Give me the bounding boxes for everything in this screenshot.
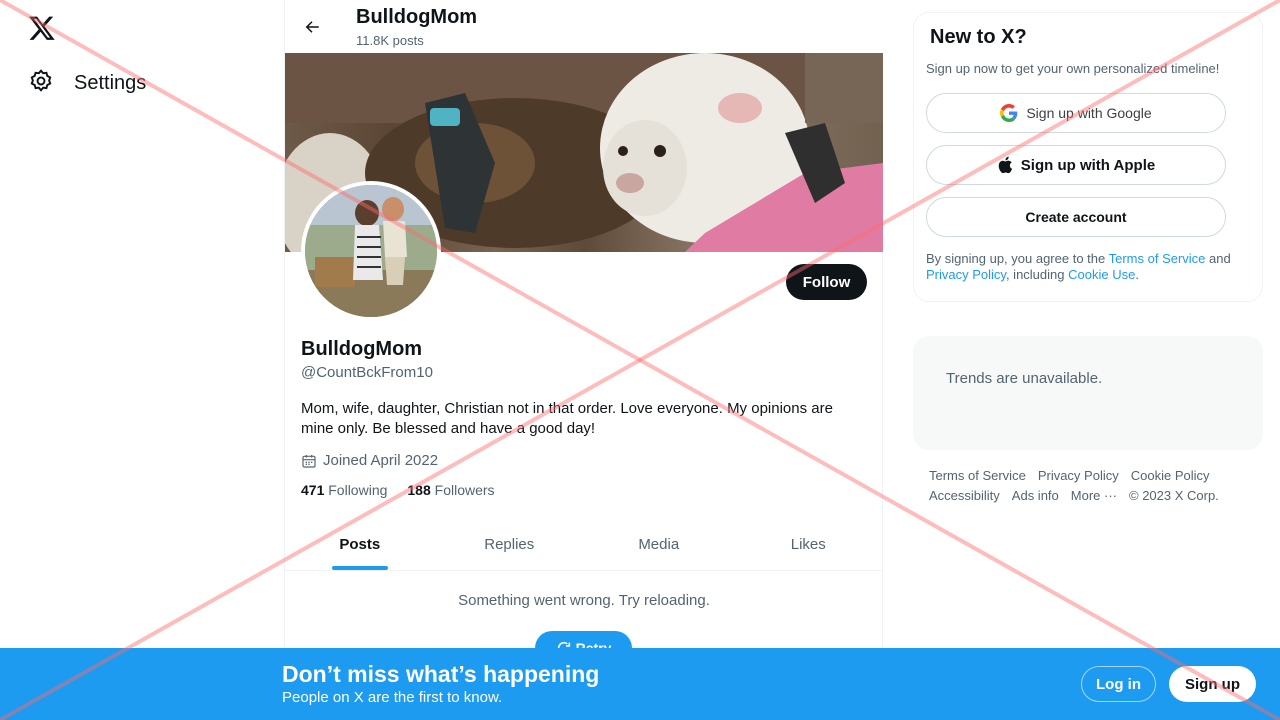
gear-icon (28, 68, 54, 99)
header-post-count: 11.8K posts (356, 33, 424, 48)
signup-card-title: New to X? (930, 26, 1027, 48)
profile-tabs: Posts Replies Media Likes (285, 518, 883, 571)
terms-text: and (1205, 251, 1231, 266)
profile-handle: @CountBckFrom10 (301, 364, 433, 381)
tab-label: Posts (339, 535, 381, 553)
profile-avatar[interactable] (301, 181, 441, 321)
following-label: Following (328, 482, 388, 498)
profile-name: BulldogMom (301, 338, 423, 360)
footer-link-accessibility[interactable]: Accessibility (929, 488, 1000, 503)
calendar-icon (302, 454, 316, 468)
trends-panel: Trends are unavailable. (913, 336, 1263, 450)
signup-card-subtitle: Sign up now to get your own personalized… (926, 61, 1220, 76)
profile-stats: 471 Following 188 Followers (301, 482, 495, 498)
apple-icon (998, 156, 1012, 174)
tab-replies[interactable]: Replies (435, 518, 585, 570)
footer-link-privacy[interactable]: Privacy Policy (1038, 468, 1119, 483)
profile-bio: Mom, wife, daughter, Christian not in th… (301, 400, 833, 437)
signup-terms: By signing up, you agree to the Terms of… (926, 251, 1246, 283)
tab-posts[interactable]: Posts (285, 518, 435, 570)
signup-google-label: Sign up with Google (1026, 105, 1152, 121)
followers-label: Followers (434, 482, 495, 498)
arrow-left-icon (305, 21, 319, 33)
footer-link-ads-info[interactable]: Ads info (1012, 488, 1059, 503)
x-logo-icon[interactable] (28, 14, 56, 42)
followers-link[interactable]: 188 Followers (407, 482, 494, 498)
nav-settings[interactable]: Settings (28, 68, 146, 99)
google-icon (1000, 104, 1018, 122)
tab-likes[interactable]: Likes (734, 518, 884, 570)
cookie-use-link[interactable]: Cookie Use (1068, 267, 1135, 282)
footer-link-more[interactable]: More ··· (1071, 488, 1117, 503)
terms-text: . (1135, 267, 1139, 282)
privacy-policy-link[interactable]: Privacy Policy (926, 267, 1006, 282)
terms-of-service-link[interactable]: Terms of Service (1109, 251, 1206, 266)
left-nav: Settings (0, 0, 284, 720)
tab-label: Media (638, 535, 680, 553)
joined-date: Joined April 2022 (323, 452, 439, 469)
trends-unavailable-message: Trends are unavailable. (946, 370, 1103, 387)
back-button[interactable] (299, 14, 325, 40)
signup-apple-button[interactable]: Sign up with Apple (926, 145, 1226, 185)
profile-column: BulldogMom 11.8K posts Follow BulldogMom… (284, 0, 883, 720)
profile-joined: Joined April 2022 (301, 452, 438, 469)
following-link[interactable]: 471 Following (301, 482, 387, 498)
tab-label: Replies (484, 535, 535, 553)
active-tab-indicator (331, 566, 388, 570)
footer-links: Terms of Service Privacy Policy Cookie Pol… (929, 466, 1249, 506)
terms-text: , including (1005, 267, 1069, 282)
footer-link-terms[interactable]: Terms of Service (929, 468, 1026, 483)
tab-media[interactable]: Media (584, 518, 734, 570)
footer-copyright: © 2023 X Corp. (1129, 488, 1219, 503)
signup-google-button[interactable]: Sign up with Google (926, 93, 1226, 133)
followers-count: 188 (407, 482, 431, 498)
footer-link-cookie[interactable]: Cookie Policy (1131, 468, 1210, 483)
signup-button[interactable]: Sign up (1169, 666, 1256, 702)
tab-label: Likes (790, 535, 826, 553)
following-count: 471 (301, 482, 325, 498)
login-button[interactable]: Log in (1081, 666, 1156, 702)
terms-text: By signing up, you agree to the (926, 251, 1109, 266)
header-name: BulldogMom (356, 6, 478, 28)
create-account-button[interactable]: Create account (926, 197, 1226, 237)
follow-button[interactable]: Follow (786, 264, 867, 300)
signup-banner-title: Don’t miss what’s happening (282, 661, 600, 687)
signup-banner: Don’t miss what’s happening People on X … (0, 648, 1280, 720)
signup-card: New to X? Sign up now to get your own pe… (913, 12, 1263, 302)
feed-error-message: Something went wrong. Try reloading. (458, 592, 710, 609)
signup-banner-subtitle: People on X are the first to know. (282, 689, 503, 706)
profile-header: BulldogMom 11.8K posts (285, 0, 883, 53)
settings-label: Settings (74, 72, 147, 94)
signup-apple-label: Sign up with Apple (1020, 156, 1156, 174)
